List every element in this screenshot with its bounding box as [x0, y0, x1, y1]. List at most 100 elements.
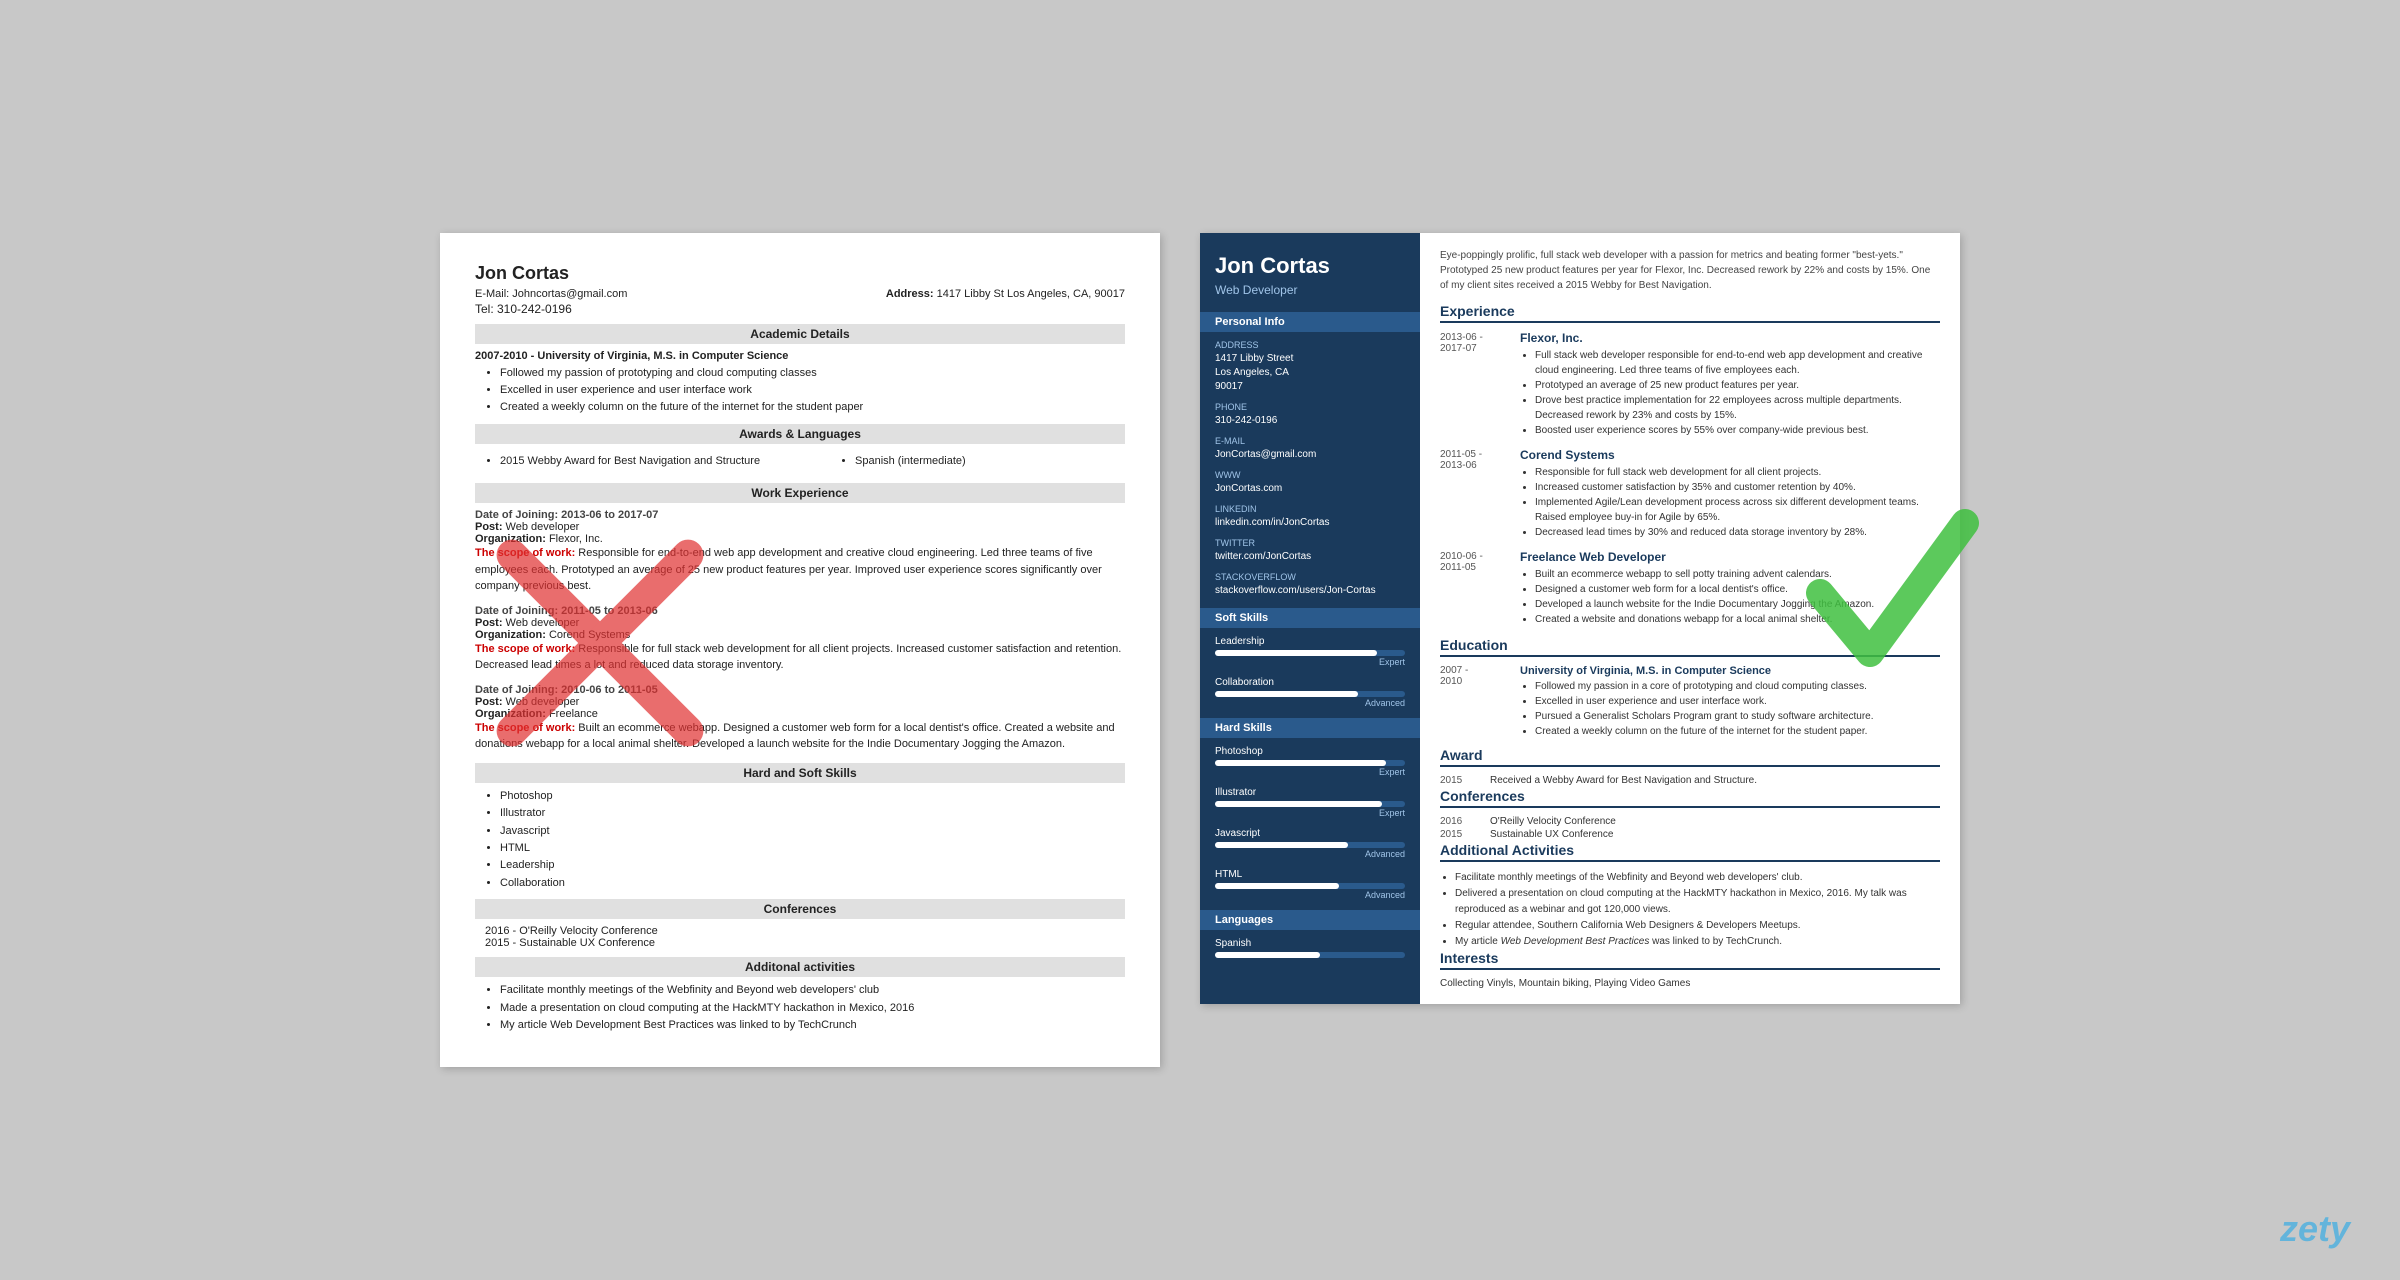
- skill-illustrator-label: Expert: [1215, 808, 1405, 818]
- skill-photoshop-bar-bg: [1215, 760, 1405, 766]
- academic-degree: 2007-2010 - University of Virginia, M.S.…: [475, 350, 1125, 362]
- skill-javascript-bar-fill: [1215, 842, 1348, 848]
- additional-3: My article Web Development Best Practice…: [500, 1018, 1125, 1033]
- skills-section-header: Hard and Soft Skills: [475, 763, 1125, 783]
- soft-skills-title: Soft Skills: [1200, 608, 1420, 628]
- email-value: JonCortas@gmail.com: [1215, 448, 1405, 462]
- additional-section-header: Additonal activities: [475, 957, 1125, 977]
- skill-html-label: Advanced: [1215, 890, 1405, 900]
- left-name: Jon Cortas: [475, 263, 1125, 284]
- edu1-school: University of Virginia, M.S. in Computer…: [1520, 665, 1940, 677]
- interests-text: Collecting Vinyls, Mountain biking, Play…: [1440, 978, 1940, 989]
- exp3-company: Freelance Web Developer: [1520, 550, 1940, 564]
- exp2-bullets: Responsible for full stack web developme…: [1520, 465, 1940, 540]
- right-summary: Eye-poppingly prolific, full stack web d…: [1440, 248, 1940, 293]
- skill-illustrator: Illustrator Expert: [1215, 787, 1405, 818]
- address-label: Address: [1215, 340, 1405, 350]
- conf1-name: O'Reilly Velocity Conference: [1490, 816, 1616, 827]
- edu1-b3: Pursued a Generalist Scholars Program gr…: [1535, 709, 1940, 724]
- skill-leadership: Leadership Expert: [1215, 636, 1405, 667]
- conf-entry-1: 2016 O'Reilly Velocity Conference: [1440, 816, 1940, 827]
- exp1-content: Flexor, Inc. Full stack web developer re…: [1520, 331, 1940, 438]
- edu1-b2: Excelled in user experience and user int…: [1535, 694, 1940, 709]
- work3-scope: The scope of work: Built an ecommerce we…: [475, 720, 1125, 753]
- skill-javascript-name: Javascript: [1215, 828, 1405, 839]
- skill-spanish-bar-fill: [1215, 952, 1320, 958]
- add-act-1: Facilitate monthly meetings of the Webfi…: [1455, 870, 1940, 886]
- exp2-b3: Implemented Agile/Lean development proce…: [1535, 495, 1940, 525]
- skill-collaboration: Collaboration: [500, 876, 1125, 891]
- additional-list: Facilitate monthly meetings of the Webfi…: [475, 983, 1125, 1033]
- conf-section-header: Conferences: [475, 899, 1125, 919]
- phone-value: 310-242-0196: [1215, 414, 1405, 428]
- awards-section-header: Awards & Languages: [475, 424, 1125, 444]
- work1-org: Organization: Flexor, Inc.: [475, 533, 1125, 545]
- experience-title: Experience: [1440, 303, 1940, 323]
- work1-scope: The scope of work: Responsible for end-t…: [475, 545, 1125, 595]
- work-entry-1: Date of Joining: 2013-06 to 2017-07 Post…: [475, 509, 1125, 595]
- zety-watermark: zety: [2280, 1208, 2350, 1250]
- languages-title: Languages: [1200, 910, 1420, 930]
- skill-spanish-bar-bg: [1215, 952, 1405, 958]
- additional-1: Facilitate monthly meetings of the Webfi…: [500, 983, 1125, 998]
- exp-entry-3: 2010-06 -2011-05 Freelance Web Developer…: [1440, 550, 1940, 627]
- skill-html-bar-fill: [1215, 883, 1339, 889]
- conf-entry-2: 2015 Sustainable UX Conference: [1440, 829, 1940, 840]
- edu1-bullets: Followed my passion in a core of prototy…: [1520, 679, 1940, 739]
- work2-post: Post: Web developer: [475, 617, 1125, 629]
- skill-photoshop: Photoshop Expert: [1215, 746, 1405, 777]
- skill-html-bar-bg: [1215, 883, 1405, 889]
- skill-illustrator-bar-bg: [1215, 801, 1405, 807]
- conf1-year: 2016: [1440, 816, 1480, 827]
- education-title: Education: [1440, 637, 1940, 657]
- academic-bullets: Followed my passion of prototyping and c…: [475, 366, 1125, 416]
- conf-1: 2016 - O'Reilly Velocity Conference: [485, 925, 1125, 937]
- twitter-value: twitter.com/JonCortas: [1215, 550, 1405, 564]
- skill-javascript: Javascript Advanced: [1215, 828, 1405, 859]
- skills-list: Photoshop Illustrator Javascript HTML Le…: [475, 789, 1125, 891]
- skill-illustrator-name: Illustrator: [1215, 787, 1405, 798]
- work1-post: Post: Web developer: [475, 521, 1125, 533]
- skill-collaboration-bar-bg: [1215, 691, 1405, 697]
- exp3-b2: Designed a customer web form for a local…: [1535, 582, 1940, 597]
- left-address: Address: 1417 Libby St Los Angeles, CA, …: [886, 288, 1125, 300]
- right-title: Web Developer: [1215, 283, 1405, 297]
- interests-title: Interests: [1440, 950, 1940, 970]
- stackoverflow-label: StackOverflow: [1215, 572, 1405, 582]
- work2-org: Organization: Corend Systems: [475, 629, 1125, 641]
- edu1-b4: Created a weekly column on the future of…: [1535, 724, 1940, 739]
- award-text: Received a Webby Award for Best Navigati…: [1490, 775, 1757, 786]
- exp2-company: Corend Systems: [1520, 448, 1940, 462]
- academic-bullet-2: Excelled in user experience and user int…: [500, 383, 1125, 398]
- exp3-content: Freelance Web Developer Built an ecommer…: [1520, 550, 1940, 627]
- additional-2: Made a presentation on cloud computing a…: [500, 1001, 1125, 1016]
- left-contact-row: E-Mail: Johncortas@gmail.com Address: 14…: [475, 288, 1125, 300]
- add-act-2: Delivered a presentation on cloud comput…: [1455, 886, 1940, 918]
- academic-bullet-1: Followed my passion of prototyping and c…: [500, 366, 1125, 381]
- edu1-content: University of Virginia, M.S. in Computer…: [1520, 665, 1940, 739]
- exp-entry-1: 2013-06 -2017-07 Flexor, Inc. Full stack…: [1440, 331, 1940, 438]
- skill-leadership-label: Expert: [1215, 657, 1405, 667]
- right-main: Eye-poppingly prolific, full stack web d…: [1420, 233, 1960, 1004]
- exp3-dates: 2010-06 -2011-05: [1440, 550, 1510, 627]
- language-list: Spanish (intermediate): [830, 454, 1125, 471]
- exp3-bullets: Built an ecommerce webapp to sell potty …: [1520, 567, 1940, 627]
- awards-list: 2015 Webby Award for Best Navigation and…: [475, 454, 770, 471]
- work3-post: Post: Web developer: [475, 696, 1125, 708]
- skill-leadership-bar-bg: [1215, 650, 1405, 656]
- left-email: E-Mail: Johncortas@gmail.com: [475, 288, 627, 300]
- work-entry-3: Date of Joining: 2010-06 to 2011-05 Post…: [475, 684, 1125, 753]
- skill-html: HTML Advanced: [1215, 869, 1405, 900]
- awards-row: 2015 Webby Award for Best Navigation and…: [475, 450, 1125, 475]
- exp1-company: Flexor, Inc.: [1520, 331, 1940, 345]
- work2-date: Date of Joining: 2011-05 to 2013-06: [475, 605, 1125, 617]
- skill-spanish-name: Spanish: [1215, 938, 1405, 949]
- exp-entry-2: 2011-05 -2013-06 Corend Systems Responsi…: [1440, 448, 1940, 540]
- skill-collaboration: Collaboration Advanced: [1215, 677, 1405, 708]
- twitter-label: Twitter: [1215, 538, 1405, 548]
- skill-illustrator-bar-fill: [1215, 801, 1382, 807]
- edu1-b1: Followed my passion in a core of prototy…: [1535, 679, 1940, 694]
- additional-activities: Facilitate monthly meetings of the Webfi…: [1440, 870, 1940, 950]
- academic-section-header: Academic Details: [475, 324, 1125, 344]
- language-item: Spanish (intermediate): [855, 454, 1125, 469]
